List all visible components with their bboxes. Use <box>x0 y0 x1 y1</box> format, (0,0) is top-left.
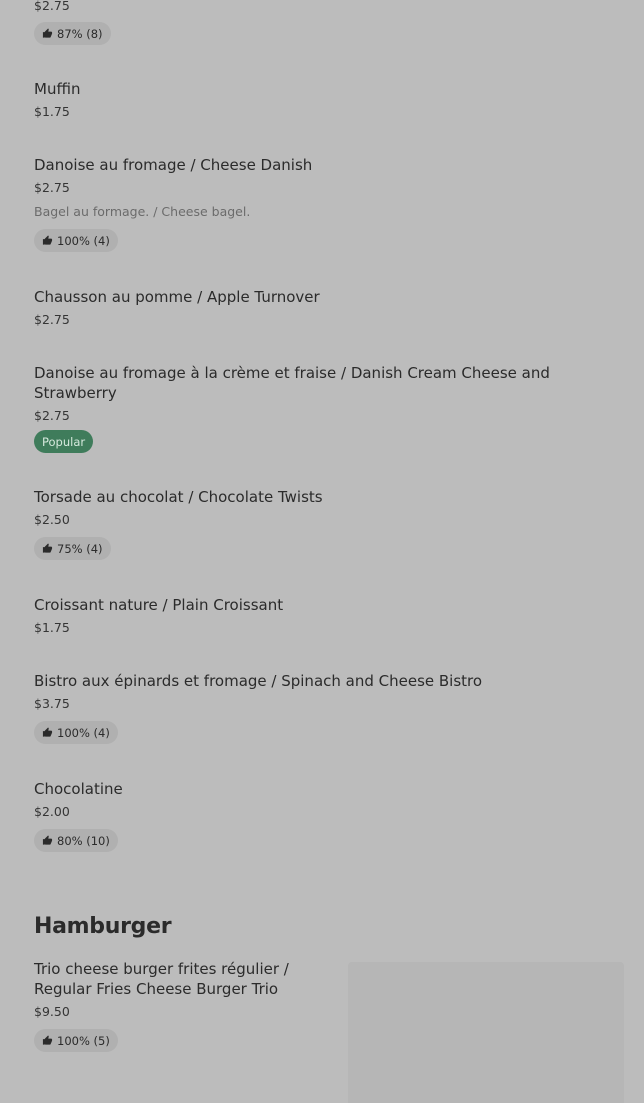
menu-item[interactable]: Muffin $1.75 <box>34 79 594 120</box>
rating-pill: 80% (10) <box>34 829 118 852</box>
menu-item[interactable]: Chausson au pomme / Apple Turnover $2.75 <box>34 287 594 328</box>
item-price: $9.50 <box>34 1004 70 1019</box>
item-name: Bistro aux épinards et fromage / Spinach… <box>34 672 483 690</box>
item-price: $1.75 <box>34 104 70 119</box>
item-price: $3.75 <box>34 696 70 711</box>
rating-pill: 75% (4) <box>34 537 111 560</box>
item-image[interactable] <box>348 962 624 1103</box>
menu-item[interactable]: $2.75 87% (8) <box>34 0 594 45</box>
thumbs-up-icon <box>42 543 53 553</box>
thumbs-up-icon <box>42 835 53 845</box>
thumbs-up-icon <box>42 28 53 38</box>
item-price: $2.75 <box>34 312 70 327</box>
menu-item[interactable]: Torsade au chocolat / Chocolate Twists $… <box>34 487 594 560</box>
item-price: $2.75 <box>34 408 70 423</box>
rating-text: 80% (10) <box>57 833 110 848</box>
rating-pill: 100% (4) <box>34 229 118 252</box>
rating-pill: 100% (4) <box>34 721 118 744</box>
rating-text: 100% (5) <box>57 1033 110 1048</box>
item-name: Muffin <box>34 80 81 98</box>
item-name: Croissant nature / Plain Croissant <box>34 596 284 614</box>
item-name: Torsade au chocolat / Chocolate Twists <box>34 488 323 506</box>
menu-item[interactable]: Croissant nature / Plain Croissant $1.75 <box>34 595 594 636</box>
item-price: $2.50 <box>34 512 70 527</box>
item-name: Chocolatine <box>34 780 123 798</box>
item-name: Chausson au pomme / Apple Turnover <box>34 288 320 306</box>
item-name: Trio cheese burger frites régulier / Reg… <box>34 960 289 998</box>
section-title: Hamburger <box>34 914 172 939</box>
menu-item[interactable]: Bistro aux épinards et fromage / Spinach… <box>34 671 594 744</box>
thumbs-up-icon <box>42 727 53 737</box>
rating-text: 75% (4) <box>57 541 103 556</box>
menu-item[interactable]: Chocolatine $2.00 80% (10) <box>34 779 594 852</box>
item-price: $1.75 <box>34 620 70 635</box>
item-price: $2.75 <box>34 180 70 195</box>
popular-badge: Popular <box>34 430 94 453</box>
item-price: $2.75 <box>34 0 70 13</box>
item-name: Danoise au fromage à la crème et fraise … <box>34 364 550 402</box>
rating-text: 87% (8) <box>57 26 103 41</box>
rating-pill: 87% (8) <box>34 22 111 45</box>
item-description: Bagel au formage. / Cheese bagel. <box>34 204 251 219</box>
menu-item[interactable]: Danoise au fromage à la crème et fraise … <box>34 363 564 453</box>
thumbs-up-icon <box>42 1035 53 1045</box>
rating-text: 100% (4) <box>57 725 110 740</box>
rating-pill: 100% (5) <box>34 1029 118 1052</box>
item-price: $2.00 <box>34 804 70 819</box>
item-name: Danoise au fromage / Cheese Danish <box>34 156 313 174</box>
rating-text: 100% (4) <box>57 233 110 248</box>
thumbs-up-icon <box>42 235 53 245</box>
menu-item[interactable]: Trio cheese burger frites régulier / Reg… <box>34 959 324 1052</box>
menu-item[interactable]: Danoise au fromage / Cheese Danish $2.75… <box>34 155 594 252</box>
